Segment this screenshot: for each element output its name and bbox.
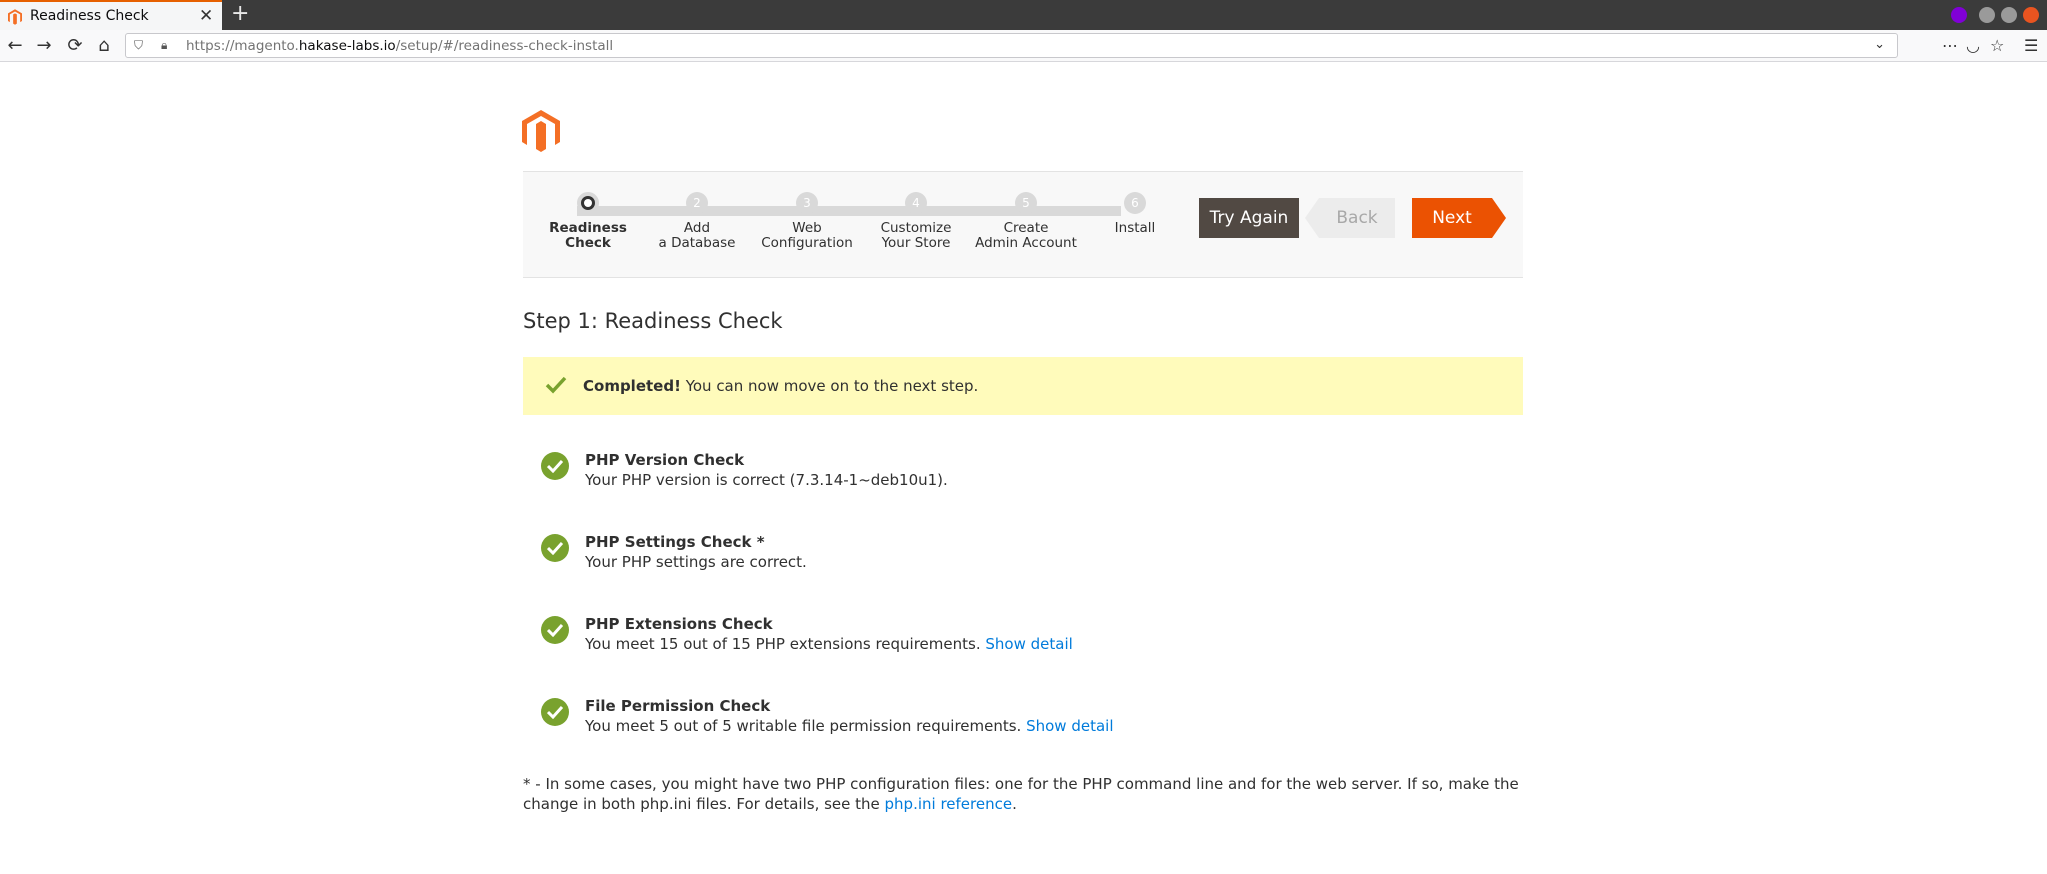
browser-toolbar: ← → ⟳ ⌂ ⛉ 🔒︎ https://magento.hakase-labs… [0,30,2047,62]
notice-text: Completed! You can now move on to the ne… [583,377,979,395]
step-number: 3 [796,192,818,214]
success-check-icon [541,698,569,726]
close-tab-icon[interactable]: ✕ [199,6,213,26]
step-number: 6 [1124,192,1146,214]
check-title: PHP Version Check [585,451,745,469]
step-label: Web Configuration [761,220,853,251]
menu-hamburger-icon[interactable]: ☰ [2024,36,2038,56]
step-active-indicator [577,192,599,214]
success-check-icon [541,616,569,644]
page-actions-icon[interactable]: ⋯ [1942,36,1958,56]
check-description: You meet 5 out of 5 writable file permis… [585,717,1114,735]
magento-logo-icon [522,110,560,152]
step-readiness-check[interactable]: Readiness Check [533,192,643,251]
step-number: 5 [1015,192,1037,214]
chevron-down-icon[interactable]: ⌄ [1874,37,1885,52]
private-mask-icon[interactable] [1951,7,1967,23]
magento-favicon-icon [8,9,22,25]
home-icon[interactable]: ⌂ [92,34,116,58]
check-description: Your PHP settings are correct. [585,553,807,571]
pocket-icon[interactable]: ◡ [1966,36,1980,56]
bookmark-star-icon[interactable]: ☆ [1990,36,2004,56]
next-button[interactable]: Next [1412,198,1506,238]
step-web-configuration: 3 Web Configuration [752,192,862,251]
check-title: PHP Settings Check * [585,533,765,551]
check-description: You meet 15 out of 15 PHP extensions req… [585,635,1073,653]
try-again-button[interactable]: Try Again [1199,198,1299,238]
new-tab-icon[interactable]: + [231,2,249,26]
show-detail-link[interactable]: Show detail [985,635,1072,653]
step-add-database: 2 Add a Database [642,192,752,251]
step-label: Customize Your Store [880,220,952,251]
tracking-shield-icon[interactable]: ⛉ [134,38,143,53]
step-label: Add a Database [658,220,736,251]
php-ini-footnote: * - In some cases, you might have two PH… [523,775,1519,813]
url-text[interactable]: https://magento.hakase-labs.io/setup/#/r… [186,38,613,54]
step-label: Install [1114,220,1156,236]
success-check-icon [541,534,569,562]
forward-arrow-icon[interactable]: → [32,34,56,58]
checkmark-icon [545,376,567,394]
lock-icon[interactable]: 🔒︎ [161,38,167,53]
show-detail-link[interactable]: Show detail [1026,717,1113,735]
check-title: File Permission Check [585,697,771,715]
step-number: 2 [686,192,708,214]
step-create-admin: 5 Create Admin Account [971,192,1081,251]
step-label: Readiness Check [549,220,627,251]
back-button[interactable]: Back [1305,198,1395,238]
browser-tabbar: Readiness Check ✕ + [0,0,2047,30]
url-bar[interactable]: ⛉ 🔒︎ https://magento.hakase-labs.io/setu… [125,33,1898,58]
tab-title: Readiness Check [30,8,149,24]
step-customize-store: 4 Customize Your Store [861,192,971,251]
setup-wizard-nav: Readiness Check 2 Add a Database 3 Web C… [523,171,1523,278]
restore-window-icon[interactable] [2001,7,2017,23]
browser-tab[interactable]: Readiness Check ✕ [0,0,222,30]
check-description: Your PHP version is correct (7.3.14-1~de… [585,471,948,489]
close-window-icon[interactable] [2023,7,2039,23]
step-number: 4 [905,192,927,214]
page-title: Step 1: Readiness Check [523,309,783,333]
php-ini-reference-link[interactable]: php.ini reference [885,795,1013,813]
back-arrow-icon[interactable]: ← [3,34,27,58]
completed-notice: Completed! You can now move on to the ne… [523,357,1523,415]
check-title: PHP Extensions Check [585,615,773,633]
step-install: 6 Install [1080,192,1190,236]
step-label: Create Admin Account [975,220,1077,251]
success-check-icon [541,452,569,480]
minimize-window-icon[interactable] [1979,7,1995,23]
reload-icon[interactable]: ⟳ [63,34,87,58]
